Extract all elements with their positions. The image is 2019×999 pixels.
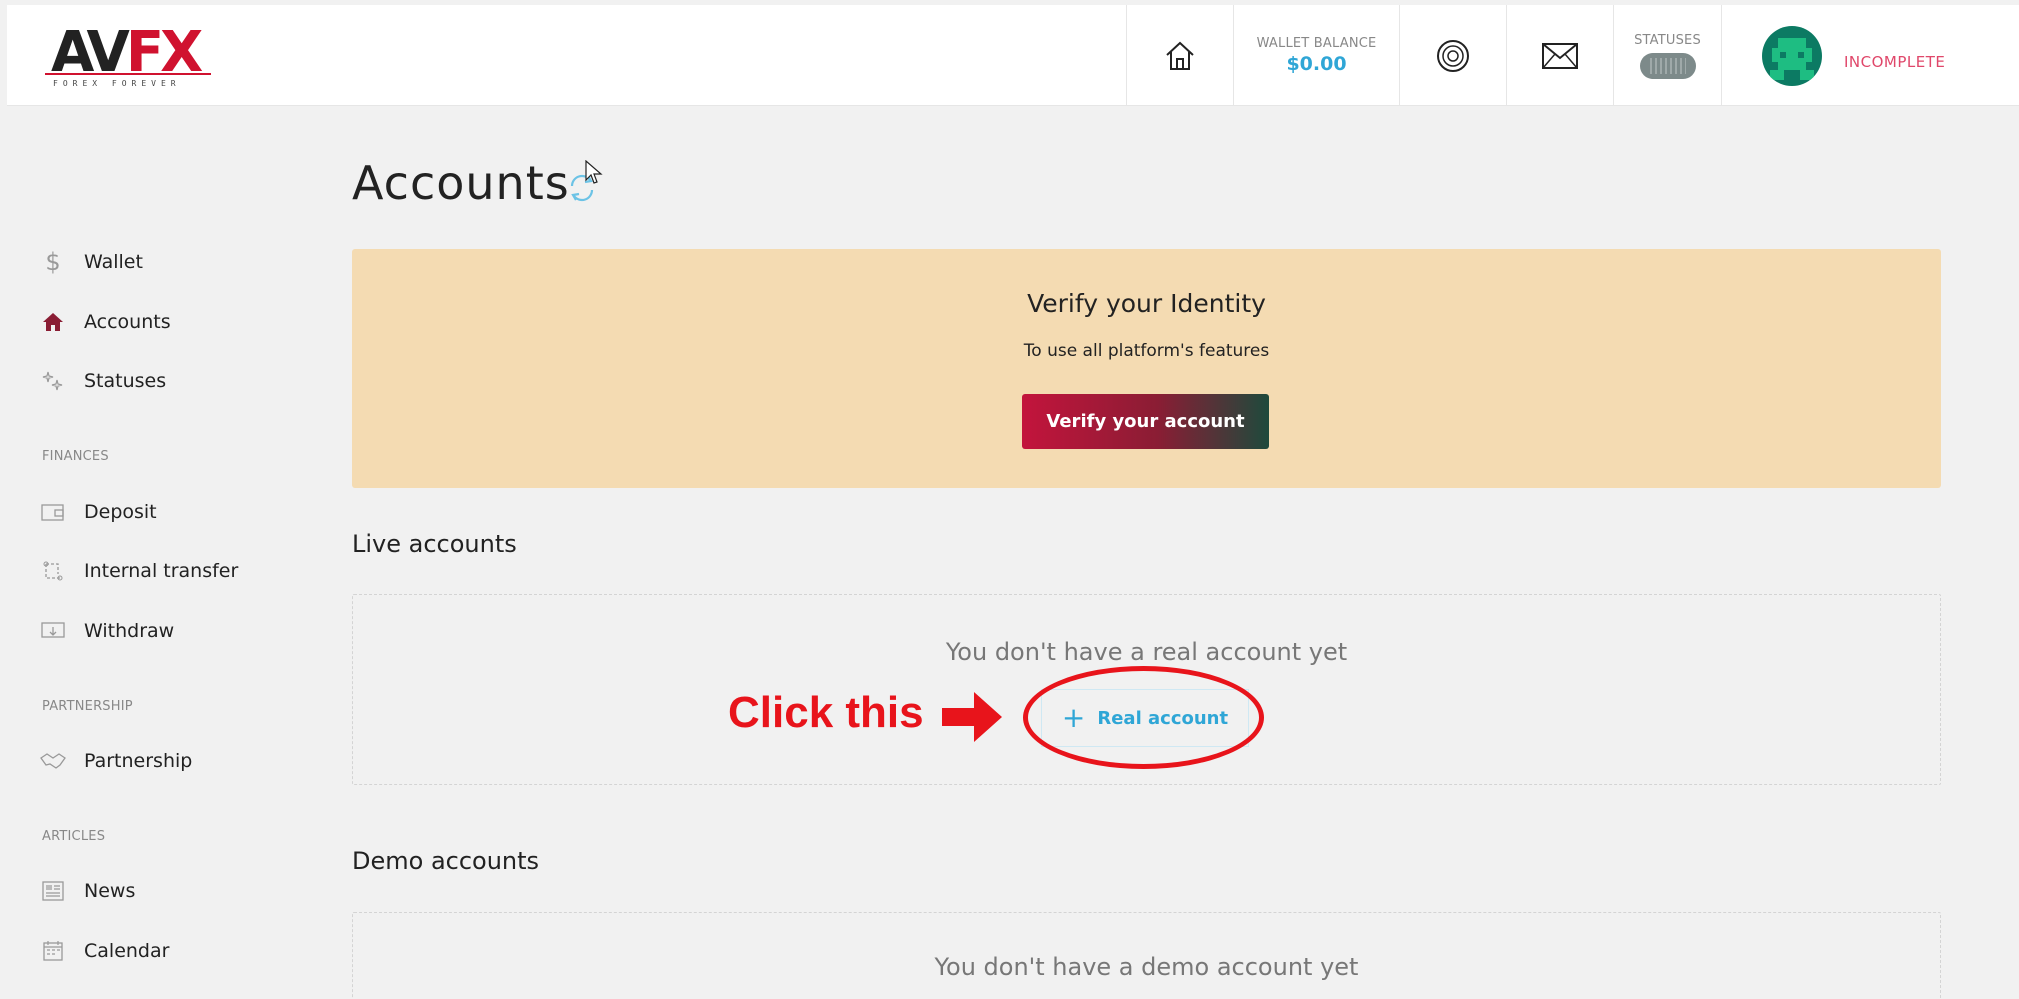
sidebar-section-articles: ARTICLES: [42, 829, 106, 844]
sidebar-item-label: Accounts: [84, 311, 171, 333]
sidebar-item-withdraw[interactable]: Withdraw: [40, 611, 174, 651]
header-wallet-balance[interactable]: WALLET BALANCE $0.00: [1233, 5, 1399, 106]
dollar-icon: $: [45, 248, 61, 276]
header-home-button[interactable]: [1126, 5, 1233, 106]
brand-logo[interactable]: AVFX FOREX FOREVER: [43, 21, 213, 93]
handshake-icon: [40, 748, 66, 774]
top-header: AVFX FOREX FOREVER WALLET BALANCE $0.00 …: [7, 5, 2019, 106]
annotation-arrow-icon: [942, 692, 1002, 742]
verify-account-button[interactable]: Verify your account: [1022, 394, 1269, 449]
live-accounts-title: Live accounts: [352, 530, 517, 558]
sidebar-item-label: Calendar: [84, 940, 170, 962]
sparkles-icon: [40, 368, 66, 394]
annotation-highlight-circle: [1023, 666, 1264, 769]
header-messages-button[interactable]: [1506, 5, 1613, 106]
wallet-balance-value: $0.00: [1286, 53, 1347, 75]
home-icon: [40, 309, 66, 335]
calendar-icon: [40, 938, 66, 964]
sidebar-item-label: News: [84, 880, 136, 902]
sidebar-item-internal-transfer[interactable]: Internal transfer: [40, 551, 238, 591]
sidebar-item-calendar[interactable]: Calendar: [40, 931, 169, 971]
verify-banner-title: Verify your Identity: [1027, 289, 1266, 318]
sidebar-section-finances: FINANCES: [42, 449, 109, 464]
status-badge-icon: [1639, 52, 1696, 79]
sidebar-item-statuses[interactable]: Statuses: [40, 361, 166, 401]
wallet-balance-label: WALLET BALANCE: [1256, 36, 1377, 51]
page-title: Accounts: [352, 156, 570, 210]
home-outline-icon: [1166, 41, 1194, 70]
sidebar-item-label: Internal transfer: [84, 560, 239, 582]
pixel-avatar-icon: [1770, 37, 1814, 80]
lifebuoy-icon: [1437, 39, 1469, 72]
logo-underline: [45, 73, 211, 75]
live-accounts-empty-text: You don't have a real account yet: [945, 638, 1348, 666]
sidebar-item-news[interactable]: News: [40, 871, 135, 911]
withdraw-icon: [40, 618, 66, 644]
logo-text-fx: FX: [125, 20, 203, 85]
wallet-icon: [40, 499, 66, 525]
sidebar-item-partnership[interactable]: Partnership: [40, 741, 192, 781]
sidebar-section-partnership: PARTNERSHIP: [42, 699, 133, 714]
newspaper-icon: [40, 878, 66, 904]
annotation-label: Click this: [728, 688, 924, 737]
logo-text-av: AV: [51, 20, 130, 85]
sidebar-item-wallet[interactable]: $ Wallet: [40, 242, 143, 282]
header-statuses[interactable]: STATUSES: [1613, 5, 1721, 106]
sidebar-item-accounts[interactable]: Accounts: [40, 302, 171, 342]
sidebar-item-label: Partnership: [84, 750, 193, 772]
demo-accounts-title: Demo accounts: [352, 847, 540, 875]
demo-accounts-empty-text: You don't have a demo account yet: [934, 953, 1359, 981]
avatar: [1762, 25, 1822, 86]
sidebar-item-label: Wallet: [84, 251, 143, 273]
header-support-button[interactable]: [1399, 5, 1506, 106]
mouse-cursor-icon: [585, 160, 603, 184]
transfer-icon: [40, 558, 66, 584]
sidebar-item-label: Statuses: [84, 370, 167, 392]
sidebar-item-label: Withdraw: [84, 620, 175, 642]
verify-banner-subtitle: To use all platform's features: [1023, 341, 1270, 361]
demo-accounts-panel: You don't have a demo account yet: [352, 912, 1941, 999]
mail-icon: [1542, 42, 1578, 69]
statuses-label: STATUSES: [1634, 32, 1701, 48]
sidebar-item-deposit[interactable]: Deposit: [40, 492, 157, 532]
profile-status-text: INCOMPLETE: [1844, 52, 1946, 71]
verify-identity-banner: Verify your Identity To use all platform…: [352, 249, 1941, 488]
logo-tagline: FOREX FOREVER: [53, 79, 181, 88]
sidebar-item-label: Deposit: [84, 501, 157, 523]
header-user-profile[interactable]: INCOMPLETE: [1721, 5, 2019, 106]
